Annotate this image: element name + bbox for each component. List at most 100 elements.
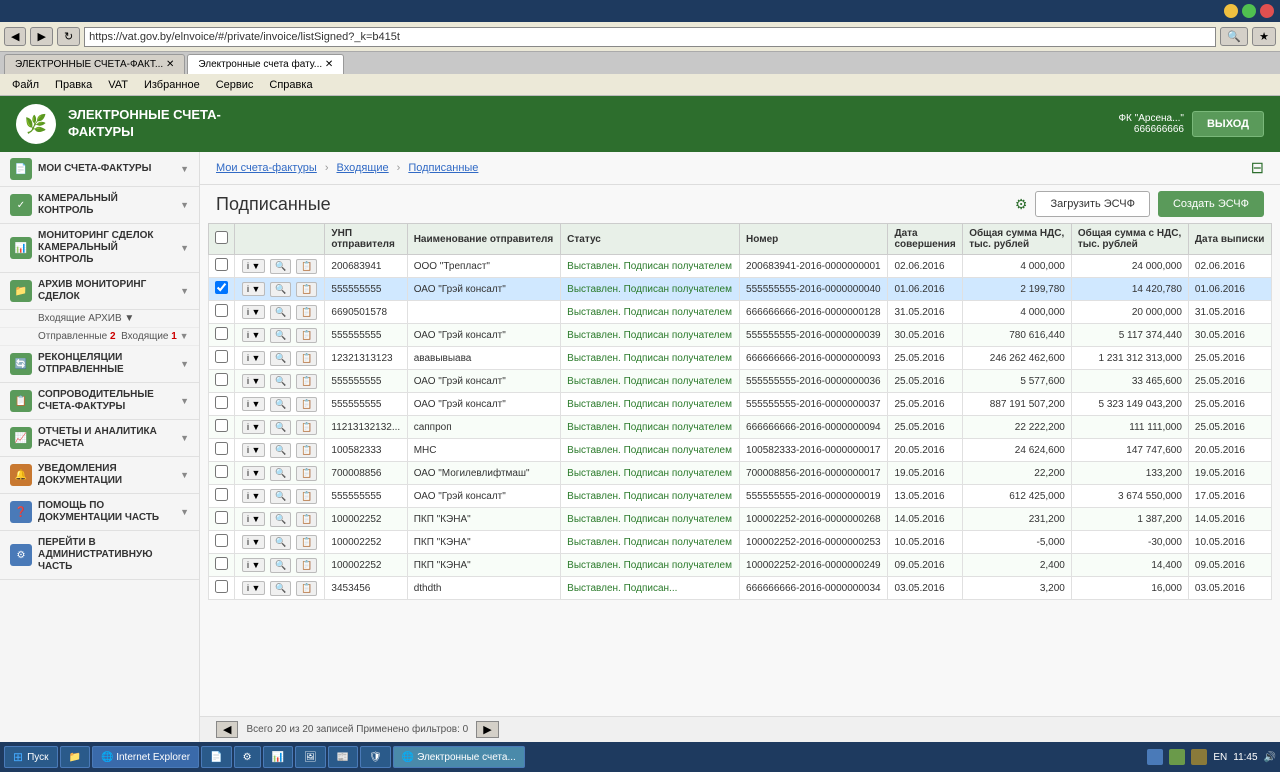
row-action-menu[interactable]: i ▼: [242, 558, 265, 572]
menu-help[interactable]: Справка: [261, 77, 320, 93]
row-search[interactable]: 🔍: [270, 558, 291, 573]
prev-page-btn[interactable]: ◀: [216, 721, 238, 738]
row-copy[interactable]: 📋: [296, 535, 317, 550]
row-action-menu[interactable]: i ▼: [242, 489, 265, 503]
row-copy[interactable]: 📋: [296, 397, 317, 412]
row-action-menu[interactable]: i ▼: [242, 420, 265, 434]
row-actions[interactable]: i ▼ 🔍 📋: [235, 347, 325, 370]
sidebar-item-incoming[interactable]: Входящие АРХИВ ▼: [0, 310, 199, 328]
row-action-menu[interactable]: i ▼: [242, 443, 265, 457]
row-checkbox[interactable]: [215, 350, 228, 363]
row-checkbox-cell[interactable]: [209, 554, 235, 577]
taskbar-app1[interactable]: 📄: [201, 746, 231, 768]
row-search[interactable]: 🔍: [270, 282, 291, 297]
menu-edit[interactable]: Правка: [47, 77, 100, 93]
row-actions[interactable]: i ▼ 🔍 📋: [235, 462, 325, 485]
row-actions[interactable]: i ▼ 🔍 📋: [235, 416, 325, 439]
table-row[interactable]: i ▼ 🔍 📋 11213132132... саппроп Выставлен…: [209, 416, 1272, 439]
row-checkbox[interactable]: [215, 258, 228, 271]
breadcrumb-my-invoices[interactable]: Мои счета-фактуры: [216, 162, 317, 174]
breadcrumb-incoming[interactable]: Входящие: [337, 162, 389, 174]
row-checkbox-cell[interactable]: [209, 278, 235, 301]
sidebar-item-docs[interactable]: 📋 СОПРОВОДИТЕЛЬНЫЕ СЧЕТА-ФАКТУРЫ ▼: [0, 383, 199, 420]
row-action-menu[interactable]: i ▼: [242, 374, 265, 388]
row-checkbox-cell[interactable]: [209, 347, 235, 370]
row-checkbox-cell[interactable]: [209, 255, 235, 278]
row-checkbox[interactable]: [215, 511, 228, 524]
row-checkbox-cell[interactable]: [209, 439, 235, 462]
taskbar-lang[interactable]: EN: [1213, 752, 1227, 763]
table-row[interactable]: i ▼ 🔍 📋 100582333 МНС Выставлен. Подписа…: [209, 439, 1272, 462]
table-row[interactable]: i ▼ 🔍 📋 700008856 ОАО "Могилевлифтмаш" В…: [209, 462, 1272, 485]
row-checkbox[interactable]: [215, 488, 228, 501]
row-checkbox[interactable]: [215, 373, 228, 386]
row-search[interactable]: 🔍: [270, 443, 291, 458]
settings-gear-icon[interactable]: ⚙: [1015, 196, 1028, 213]
create-invoice-button[interactable]: Создать ЭСЧФ: [1158, 191, 1264, 217]
row-checkbox-cell[interactable]: [209, 462, 235, 485]
row-actions[interactable]: i ▼ 🔍 📋: [235, 531, 325, 554]
row-search[interactable]: 🔍: [270, 420, 291, 435]
sidebar-item-notifications[interactable]: 🔔 УВЕДОМЛЕНИЯ ДОКУМЕНТАЦИИ ▼: [0, 457, 199, 494]
table-row[interactable]: i ▼ 🔍 📋 555555555 ОАО "Грэй консалт" Выс…: [209, 370, 1272, 393]
table-row[interactable]: i ▼ 🔍 📋 555555555 ОАО "Грэй консалт" Выс…: [209, 485, 1272, 508]
row-checkbox[interactable]: [215, 281, 228, 294]
row-copy[interactable]: 📋: [296, 489, 317, 504]
sidebar-item-outgoing[interactable]: Отправленные 2 Входящие 1 ▼: [0, 328, 199, 346]
taskbar-app3[interactable]: 📊: [263, 746, 293, 768]
row-copy[interactable]: 📋: [296, 443, 317, 458]
menu-vat[interactable]: VAT: [100, 77, 136, 93]
tab-1[interactable]: ЭЛЕКТРОННЫЕ СЧЕТА-ФАКТ... ✕: [4, 54, 185, 74]
sidebar-item-reconciliation[interactable]: 🔄 РЕКОНЦЕЛЯЦИИ ОТПРАВЛЕННЫЕ ▼: [0, 346, 199, 383]
table-row[interactable]: i ▼ 🔍 📋 100002252 ПКП "КЭНА" Выставлен. …: [209, 508, 1272, 531]
row-checkbox-cell[interactable]: [209, 531, 235, 554]
go-btn[interactable]: 🔍: [1220, 27, 1248, 46]
table-row[interactable]: i ▼ 🔍 📋 3453456 dthdth Выставлен. Подпис…: [209, 577, 1272, 600]
row-actions[interactable]: i ▼ 🔍 📋: [235, 301, 325, 324]
row-copy[interactable]: 📋: [296, 328, 317, 343]
row-action-menu[interactable]: i ▼: [242, 512, 265, 526]
row-copy[interactable]: 📋: [296, 512, 317, 527]
row-checkbox[interactable]: [215, 442, 228, 455]
row-search[interactable]: 🔍: [270, 305, 291, 320]
row-copy[interactable]: 📋: [296, 282, 317, 297]
row-action-menu[interactable]: i ▼: [242, 535, 265, 549]
back-btn[interactable]: ◀: [4, 27, 26, 46]
sidebar-item-help[interactable]: ❓ ПОМОЩЬ ПО ДОКУМЕНТАЦИИ ЧАСТЬ ▼: [0, 494, 199, 531]
row-search[interactable]: 🔍: [270, 397, 291, 412]
taskbar-app5[interactable]: 📰: [328, 746, 358, 768]
row-actions[interactable]: i ▼ 🔍 📋: [235, 255, 325, 278]
row-checkbox-cell[interactable]: [209, 577, 235, 600]
row-checkbox-cell[interactable]: [209, 508, 235, 531]
row-checkbox-cell[interactable]: [209, 485, 235, 508]
row-search[interactable]: 🔍: [270, 328, 291, 343]
sidebar-item-reports[interactable]: 📈 ОТЧЕТЫ И АНАЛИТИКА РАСЧЕТА ▼: [0, 420, 199, 457]
table-row[interactable]: i ▼ 🔍 📋 555555555 ОАО "Грэй консалт" Выс…: [209, 278, 1272, 301]
table-row[interactable]: i ▼ 🔍 📋 6690501578 Выставлен. Подписан п…: [209, 301, 1272, 324]
row-actions[interactable]: i ▼ 🔍 📋: [235, 278, 325, 301]
breadcrumb-signed[interactable]: Подписанные: [408, 162, 478, 174]
address-bar[interactable]: [84, 27, 1216, 47]
next-page-btn[interactable]: ▶: [476, 721, 498, 738]
table-row[interactable]: i ▼ 🔍 📋 555555555 ОАО "Грэй консалт" Выс…: [209, 393, 1272, 416]
row-copy[interactable]: 📋: [296, 558, 317, 573]
sidebar-item-monitoring[interactable]: 📊 МОНИТОРИНГ СДЕЛОК КАМЕРАЛЬНЫЙ КОНТРОЛЬ…: [0, 224, 199, 273]
menu-service[interactable]: Сервис: [208, 77, 262, 93]
load-invoice-button[interactable]: Загрузить ЭСЧФ: [1035, 191, 1149, 217]
row-copy[interactable]: 📋: [296, 305, 317, 320]
start-button[interactable]: ⊞ Пуск: [4, 746, 58, 768]
row-copy[interactable]: 📋: [296, 351, 317, 366]
row-action-menu[interactable]: i ▼: [242, 351, 265, 365]
taskbar-active[interactable]: 🌐 Электронные счета...: [393, 746, 525, 768]
row-action-menu[interactable]: i ▼: [242, 282, 265, 296]
logout-button[interactable]: ВЫХОД: [1192, 111, 1264, 137]
taskbar-explorer[interactable]: 📁: [60, 746, 90, 768]
row-action-menu[interactable]: i ▼: [242, 305, 265, 319]
row-search[interactable]: 🔍: [270, 535, 291, 550]
table-row[interactable]: i ▼ 🔍 📋 100002252 ПКП "КЭНА" Выставлен. …: [209, 554, 1272, 577]
select-all-checkbox[interactable]: [215, 231, 228, 244]
taskbar-ie[interactable]: 🌐 Internet Explorer: [92, 746, 199, 768]
filter-icon[interactable]: ⊟: [1251, 158, 1264, 178]
select-all-header[interactable]: [209, 224, 235, 255]
taskbar-app6[interactable]: 🛡: [360, 746, 391, 768]
